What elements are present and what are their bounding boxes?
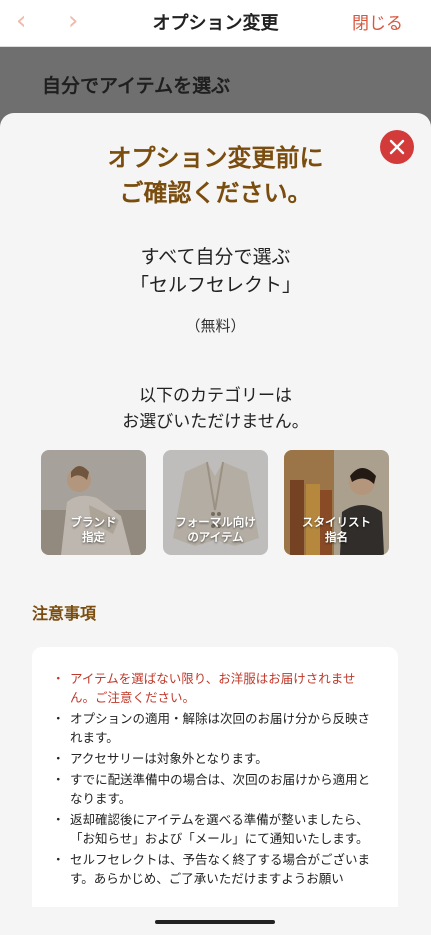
category-label-formal-line2: のアイテム — [187, 530, 244, 544]
category-card-stylist: スタイリスト 指名 — [284, 450, 389, 555]
note-item: アクセサリーは対象外となります。 — [52, 749, 380, 768]
category-label-stylist-line1: スタイリスト — [302, 515, 371, 529]
note-item: 返却確認後にアイテムを選べる準備が整いましたら、「お知らせ」および「メール」にて… — [52, 810, 380, 848]
option-price: （無料） — [185, 317, 246, 335]
unavailable-categories: ブランド 指定 フォーマル向け のアイテム スタイリスト 指名 — [41, 450, 391, 555]
category-card-formal: フォーマル向け のアイテム — [163, 450, 268, 555]
category-label-stylist-line2: 指名 — [325, 530, 348, 544]
modal-title-line2: ご確認ください。 — [119, 179, 312, 207]
top-navigation-bar: ‹ › オプション変更 閉じる — [0, 0, 431, 47]
category-label-formal: フォーマル向け のアイテム — [163, 515, 268, 545]
category-label-brand-line2: 指定 — [82, 530, 105, 544]
category-label-brand: ブランド 指定 — [41, 515, 146, 545]
note-item: すでに配送準備中の場合は、次回のお届けから適用となります。 — [52, 770, 380, 808]
option-name-line2: 「セルフセレクト」 — [129, 274, 301, 296]
category-label-brand-line1: ブランド — [70, 515, 117, 529]
option-name: すべて自分で選ぶ 「セルフセレクト」 — [0, 243, 431, 299]
note-item: オプションの適用・解除は次回のお届け分から反映されます。 — [52, 709, 380, 747]
note-item: セルフセレクトは、予告なく終了する場合がございます。あらかじめ、ご了承いただけま… — [52, 850, 380, 888]
modal-title: オプション変更前に ご確認ください。 — [0, 141, 431, 211]
category-label-stylist: スタイリスト 指名 — [284, 515, 389, 545]
close-link[interactable]: 閉じる — [352, 9, 403, 34]
section-title: 自分でアイテムを選ぶ — [42, 75, 231, 97]
unavailable-notice: 以下のカテゴリーは お選びいただけません。 — [0, 383, 431, 435]
bottom-bar — [0, 907, 431, 935]
unavailable-line2: お選びいただけません。 — [122, 412, 309, 432]
notes-heading: 注意事項 — [32, 604, 97, 623]
home-indicator[interactable] — [155, 920, 275, 924]
category-label-formal-line1: フォーマル向け — [175, 515, 256, 529]
note-item: アイテムを選ばない限り、お洋服はお届けされません。ご注意ください。 — [52, 669, 380, 707]
modal-title-line1: オプション変更前に — [107, 144, 324, 172]
confirmation-modal: オプション変更前に ご確認ください。 すべて自分で選ぶ 「セルフセレクト」 （無… — [0, 113, 431, 935]
background-section: 自分でアイテムを選ぶ — [0, 47, 431, 117]
option-name-line1: すべて自分で選ぶ — [140, 246, 291, 268]
category-card-brand: ブランド 指定 — [41, 450, 146, 555]
unavailable-line1: 以下のカテゴリーは — [139, 386, 292, 406]
notes-box: アイテムを選ばない限り、お洋服はお届けされません。ご注意ください。 オプションの… — [32, 647, 398, 935]
